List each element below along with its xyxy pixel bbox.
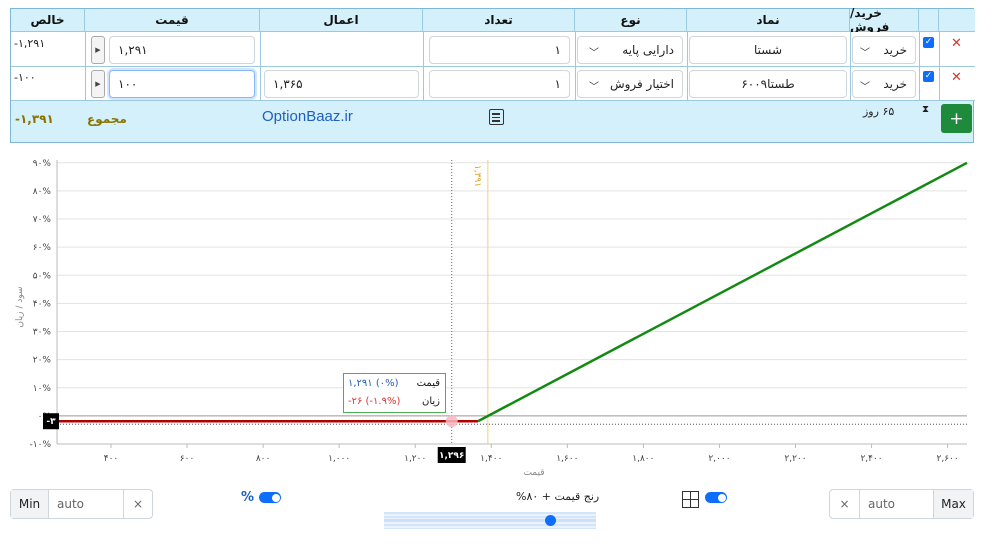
- tooltip-pl-label: زیان: [421, 396, 440, 407]
- row2-symbol-input[interactable]: طستا۶۰۰۹: [689, 70, 847, 98]
- row-divider: [11, 100, 975, 101]
- row2-count-input[interactable]: ۱: [429, 70, 570, 98]
- breakeven-label: ۱,۳۹۱: [472, 165, 482, 187]
- col-divider: [939, 32, 940, 100]
- min-control: Min auto ×: [10, 489, 153, 519]
- x-axis-label: قیمت: [523, 468, 544, 478]
- row2-strike-input[interactable]: ۱,۳۶۵: [264, 70, 419, 98]
- row1-checkbox[interactable]: ✓: [923, 37, 934, 48]
- x-tick-label: ۱,۶۰۰: [556, 454, 578, 464]
- payoff-chart-svg: ۹۰%۸۰%۷۰%۶۰%۵۰%۴۰%۳۰%۲۰%۱۰%۰%-۱۰%۴۰۰۶۰۰۸…: [15, 159, 968, 478]
- min-clear-button[interactable]: ×: [124, 490, 152, 518]
- y-tick-label: ۲۰%: [33, 356, 52, 366]
- add-row-button[interactable]: +: [941, 104, 972, 133]
- chevron-down-icon: ﹀: [589, 82, 599, 93]
- row2-remove-icon[interactable]: ✕: [951, 70, 962, 85]
- y-tick-label: ۷۰%: [33, 215, 52, 225]
- x-tick-label: ۲,۰۰۰: [708, 454, 730, 464]
- grid-icon[interactable]: [682, 491, 699, 508]
- x-tick-label: ۴۰۰: [104, 454, 119, 464]
- x-tick-label: ۱,۰۰۰: [328, 454, 350, 464]
- total-value: -۱,۳۹۱: [15, 112, 54, 126]
- row1-price-stepper[interactable]: ▶: [91, 36, 105, 64]
- row1-net: -۱,۲۹۱: [14, 37, 46, 50]
- row1-price-input[interactable]: ۱,۲۹۱: [109, 36, 255, 64]
- x-tick-label: ۱,۴۰۰: [480, 454, 502, 464]
- y-axis-label: سود / زیان: [15, 286, 25, 327]
- hourglass-icon: ⧗: [922, 104, 930, 115]
- y-tick-label: ۶۰%: [33, 243, 52, 253]
- current-price-badge-label: ۱,۲۹۶: [439, 451, 464, 461]
- header-check: [919, 9, 939, 32]
- header-price: قیمت: [85, 9, 260, 32]
- col-divider: [423, 32, 424, 100]
- y-tick-label: ۵۰%: [33, 271, 52, 281]
- col-divider: [919, 32, 920, 100]
- row1-symbol-input[interactable]: شستا: [689, 36, 847, 64]
- y-tick-label: ۳۰%: [33, 328, 52, 338]
- percent-label: %: [241, 490, 255, 505]
- total-label: مجموع: [87, 112, 127, 126]
- min-value-badge-label: -۳: [46, 417, 56, 427]
- chevron-down-icon: ﹀: [860, 48, 870, 59]
- brand-link[interactable]: OptionBaaz.ir: [262, 108, 353, 125]
- row2-net: -۱۰۰: [14, 71, 36, 84]
- y-tick-label: ۹۰%: [33, 159, 52, 169]
- slider-thumb[interactable]: [544, 515, 556, 526]
- x-tick-label: ۱,۸۰۰: [632, 454, 654, 464]
- chart-tooltip: قیمت ۱,۲۹۱ (۰%) زیان -۲۶ (-۱.۹%): [343, 373, 446, 413]
- notes-icon[interactable]: [489, 109, 504, 125]
- col-divider: [687, 32, 688, 100]
- tooltip-price-value: ۱,۲۹۱ (۰%): [348, 378, 399, 389]
- hover-point: [445, 415, 458, 428]
- row1-remove-icon[interactable]: ✕: [951, 36, 962, 51]
- col-divider: [575, 32, 576, 100]
- y-tick-label: ۴۰%: [33, 299, 52, 309]
- row1-count-input[interactable]: ۱: [429, 36, 570, 64]
- header-remove: [939, 9, 975, 32]
- header-type: نوع: [575, 9, 687, 32]
- row2-price-stepper[interactable]: ▶: [91, 70, 105, 98]
- tooltip-price-label: قیمت: [416, 378, 440, 389]
- x-tick-label: ۸۰۰: [256, 454, 271, 464]
- y-tick-label: -۱۰%: [30, 440, 52, 450]
- row2-checkbox[interactable]: ✓: [923, 71, 934, 82]
- x-tick-label: ۲,۲۰۰: [784, 454, 806, 464]
- x-tick-label: ۲,۶۰۰: [937, 454, 959, 464]
- max-clear-button[interactable]: ×: [830, 490, 860, 518]
- slider-track: [384, 519, 596, 522]
- row2-price-input[interactable]: ۱۰۰: [109, 70, 255, 98]
- col-divider: [260, 32, 261, 100]
- min-input[interactable]: auto: [49, 490, 124, 518]
- x-tick-label: ۲,۴۰۰: [860, 454, 882, 464]
- max-input[interactable]: auto: [860, 490, 934, 518]
- chevron-down-icon: ﹀: [589, 48, 599, 59]
- header-net: خالص: [11, 9, 85, 32]
- y-tick-label: ۸۰%: [33, 187, 52, 197]
- y-tick-label: ۱۰%: [33, 384, 52, 394]
- header-symbol: نماد: [687, 9, 850, 32]
- row-divider: [11, 66, 975, 67]
- days-remaining: ۶۵ روز: [863, 105, 895, 118]
- col-divider: [850, 32, 851, 100]
- col-divider: [85, 32, 86, 100]
- price-range-label: رنج قیمت + ۸۰%: [516, 490, 600, 503]
- payoff-chart: ۹۰%۸۰%۷۰%۶۰%۵۰%۴۰%۳۰%۲۰%۱۰%۰%-۱۰%۴۰۰۶۰۰۸…: [10, 150, 974, 480]
- grid-toggle[interactable]: [705, 492, 727, 503]
- positions-table: خالص قیمت اعمال تعداد نوع نماد خرید/فروش…: [10, 6, 975, 143]
- tooltip-pl-value: -۲۶ (-۱.۹%): [348, 396, 401, 407]
- chevron-down-icon: ﹀: [860, 82, 870, 93]
- payoff-series-line: [477, 161, 968, 423]
- x-tick-label: ۱,۲۰۰: [404, 454, 426, 464]
- min-label: Min: [11, 490, 49, 518]
- max-label: Max: [934, 490, 973, 518]
- header-strike: اعمال: [260, 9, 423, 32]
- percent-toggle[interactable]: [259, 492, 281, 503]
- max-control: × auto Max: [829, 489, 974, 519]
- x-tick-label: ۶۰۰: [180, 454, 195, 464]
- header-count: تعداد: [423, 9, 575, 32]
- price-range-slider[interactable]: [384, 512, 596, 529]
- header-buy-sell: خرید/فروش: [850, 6, 919, 34]
